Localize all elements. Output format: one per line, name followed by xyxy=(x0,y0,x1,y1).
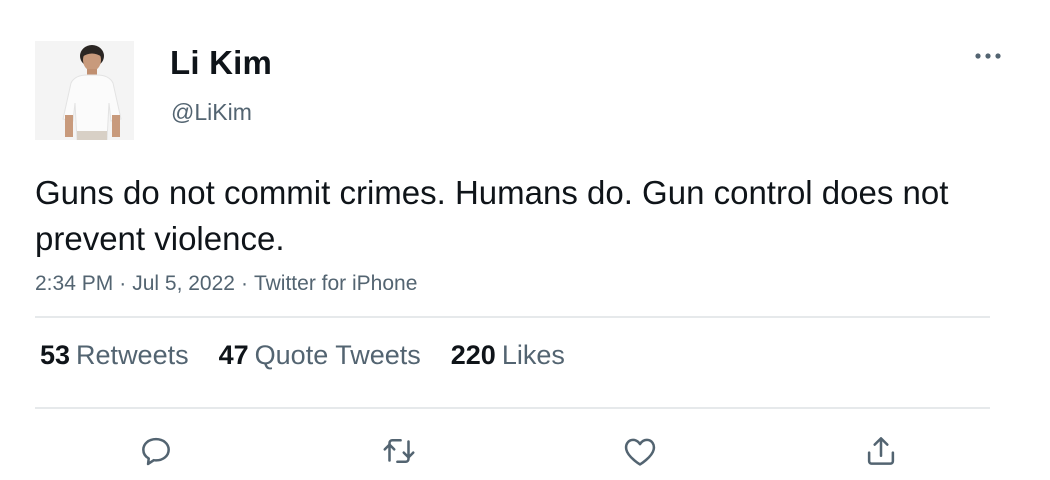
tweet-date[interactable]: Jul 5, 2022 xyxy=(132,272,235,295)
more-options-button[interactable] xyxy=(972,42,1004,70)
quote-tweets-count: 47 xyxy=(218,340,249,370)
tweet-time[interactable]: 2:34 PM xyxy=(35,272,113,295)
like-button[interactable] xyxy=(618,429,662,473)
meta-separator: · xyxy=(240,272,248,295)
retweets-label: Retweets xyxy=(76,340,189,370)
share-button[interactable] xyxy=(859,429,903,473)
tweet-source[interactable]: Twitter for iPhone xyxy=(254,272,417,295)
retweets-count: 53 xyxy=(40,340,71,370)
reply-button[interactable] xyxy=(134,429,178,473)
retweet-button[interactable] xyxy=(377,429,421,473)
likes-label: Likes xyxy=(501,340,565,370)
quote-tweets-stat[interactable]: 47 Quote Tweets xyxy=(219,340,421,371)
reply-icon xyxy=(142,437,170,466)
meta-separator: · xyxy=(119,272,127,295)
tweet-meta: 2:34 PM · Jul 5, 2022 · Twitter for iPhone xyxy=(35,272,417,296)
author-handle[interactable]: @LiKim xyxy=(171,99,252,126)
tweet-text: Guns do not commit crimes. Humans do. Gu… xyxy=(35,174,949,257)
likes-stat[interactable]: 220 Likes xyxy=(451,340,565,371)
retweets-stat[interactable]: 53 Retweets xyxy=(40,340,189,371)
avatar[interactable] xyxy=(35,41,134,140)
likes-count: 220 xyxy=(450,340,496,370)
quote-tweets-label: Quote Tweets xyxy=(254,340,421,370)
retweet-icon xyxy=(383,438,415,464)
avatar-photo xyxy=(35,41,134,140)
tweet-stats: 53 Retweets 47 Quote Tweets 220 Likes xyxy=(40,340,595,371)
divider xyxy=(35,316,990,318)
share-icon xyxy=(867,437,895,465)
author-name[interactable]: Li Kim xyxy=(170,44,272,82)
more-dots-icon xyxy=(975,53,1001,59)
heart-icon xyxy=(624,438,656,466)
divider xyxy=(35,407,990,409)
